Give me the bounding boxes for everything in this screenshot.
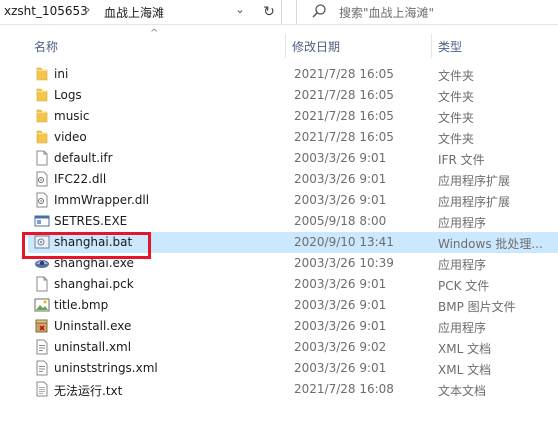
toolbar: xzsht_105653 › 血战上海滩 ⌄ ↻ 搜索"血战上海滩" [0,0,558,25]
file-name: 无法运行.txt [54,384,123,398]
file-row[interactable]: IFC22.dll 2003/3/26 9:01 应用程序扩展 [28,169,558,190]
file-type: BMP 图片文件 [438,300,516,314]
file-row[interactable]: music 2021/7/28 16:05 文件夹 [28,106,558,127]
dll-icon [34,171,50,187]
file-row[interactable]: SETRES.EXE 2005/9/18 8:00 应用程序 [28,211,558,232]
column-header-type[interactable]: 类型 [438,38,462,55]
file-icon [34,276,50,292]
file-icon [34,150,50,166]
file-date: 2020/9/10 13:41 [294,235,394,249]
refresh-icon[interactable]: ↻ [258,1,280,23]
file-type: 文本文档 [438,384,487,398]
chevron-down-icon[interactable]: ⌄ [232,3,248,16]
file-date: 2003/3/26 9:01 [294,361,387,375]
file-date: 2021/7/28 16:05 [294,88,394,102]
file-date: 2003/3/26 9:01 [294,277,387,291]
file-name: uninststrings.xml [54,361,158,375]
column-header-name[interactable]: 名称 [34,38,58,55]
file-name: uninstall.xml [54,340,132,354]
uninstall-icon [34,318,50,334]
xml-icon [34,360,50,376]
file-row[interactable]: uninstall.xml 2003/3/26 9:02 XML 文档 [28,337,558,358]
folder-icon [34,87,50,103]
sort-ascending-icon: ^ [150,28,159,39]
search-input[interactable]: 搜索"血战上海滩" [339,4,434,21]
file-row[interactable]: ini 2021/7/28 16:05 文件夹 [28,64,558,85]
file-row[interactable]: Uninstall.exe 2003/3/26 9:01 应用程序 [28,316,558,337]
file-name: shanghai.pck [54,277,134,291]
column-divider[interactable] [285,34,286,58]
file-name: title.bmp [54,298,109,312]
file-row[interactable]: video 2021/7/28 16:05 文件夹 [28,127,558,148]
file-type: Windows 批处理... [438,237,543,251]
highlight-box [22,232,151,259]
file-type: 应用程序 [438,258,487,272]
file-type: 文件夹 [438,90,475,104]
file-row[interactable]: ImmWrapper.dll 2003/3/26 9:01 应用程序扩展 [28,190,558,211]
file-row[interactable]: shanghai.pck 2003/3/26 9:01 PCK 文件 [28,274,558,295]
breadcrumb-separator-icon[interactable]: › [86,3,90,16]
file-name: ImmWrapper.dll [54,193,150,207]
file-name: ini [54,67,69,81]
file-name: Uninstall.exe [54,319,132,333]
folder-icon [34,66,50,82]
column-header-date[interactable]: 修改日期 [292,38,340,55]
file-date: 2003/3/26 10:39 [294,256,394,270]
bmp-icon [34,297,50,313]
file-date: 2003/3/26 9:01 [294,319,387,333]
file-name: default.ifr [54,151,113,165]
xml-icon [34,339,50,355]
address-bar[interactable]: xzsht_105653 › 血战上海滩 ⌄ [0,0,282,24]
file-type: PCK 文件 [438,279,490,293]
file-date: 2003/3/26 9:01 [294,172,387,186]
txt-icon [34,381,50,397]
file-name: music [54,109,90,123]
file-date: 2021/7/28 16:05 [294,109,394,123]
file-type: XML 文档 [438,342,492,356]
file-type: IFR 文件 [438,153,485,167]
file-type: 应用程序 [438,216,487,230]
file-date: 2003/3/26 9:01 [294,298,387,312]
file-name: SETRES.EXE [54,214,128,228]
breadcrumb-current[interactable]: 血战上海滩 [104,4,164,21]
file-type: 应用程序扩展 [438,174,511,188]
file-type: XML 文档 [438,363,492,377]
file-date: 2003/3/26 9:01 [294,193,387,207]
dll-icon [34,192,50,208]
file-row[interactable]: title.bmp 2003/3/26 9:01 BMP 图片文件 [28,295,558,316]
file-row[interactable]: default.ifr 2003/3/26 9:01 IFR 文件 [28,148,558,169]
file-date: 2003/3/26 9:02 [294,340,387,354]
file-date: 2021/7/28 16:05 [294,130,394,144]
file-date: 2021/7/28 16:05 [294,67,394,81]
file-row[interactable]: 无法运行.txt 2021/7/28 16:08 文本文档 [28,379,558,400]
file-row[interactable]: Logs 2021/7/28 16:05 文件夹 [28,85,558,106]
file-type: 文件夹 [438,111,475,125]
file-type: 文件夹 [438,132,475,146]
file-type: 应用程序 [438,321,487,335]
file-name: Logs [54,88,82,102]
exe-icon [34,213,50,229]
search-box[interactable]: 搜索"血战上海滩" [296,0,558,24]
file-name: IFC22.dll [54,172,107,186]
file-type: 文件夹 [438,69,475,83]
column-headers: ^ 名称 修改日期 类型 [0,28,558,58]
column-divider[interactable] [431,34,432,58]
folder-icon [34,108,50,124]
file-row[interactable]: uninststrings.xml 2003/3/26 9:01 XML 文档 [28,358,558,379]
file-date: 2021/7/28 16:08 [294,382,394,396]
file-type: 应用程序扩展 [438,195,511,209]
file-date: 2005/9/18 8:00 [294,214,387,228]
breadcrumb-root[interactable]: xzsht_105653 [4,4,88,18]
search-icon [312,4,326,18]
folder-icon [34,129,50,145]
file-date: 2003/3/26 9:01 [294,151,387,165]
file-name: video [54,130,87,144]
